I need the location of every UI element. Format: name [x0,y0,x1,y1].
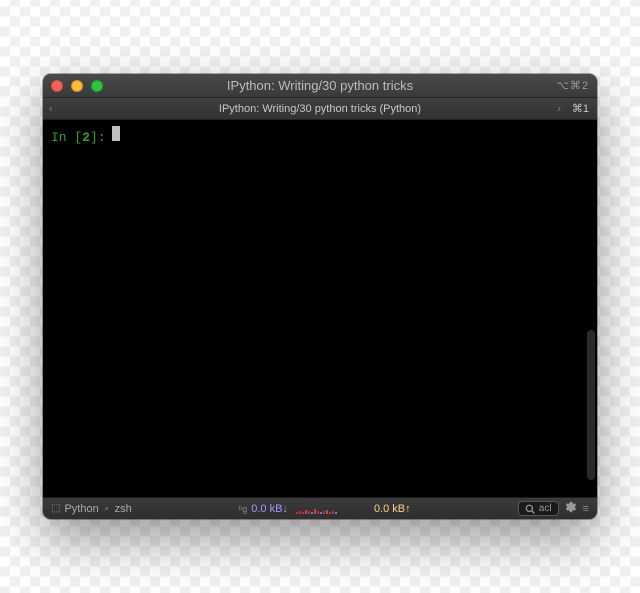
tab-shortcut-badge: ⌘1 [572,102,589,115]
prompt-in-label: In [ [51,130,82,145]
net-prefix: ᵇg [239,504,247,514]
cursor-icon [112,126,120,141]
chevron-right-icon[interactable]: › [558,103,561,114]
search-input[interactable]: acl [518,501,559,516]
menu-icon[interactable]: ≡ [583,503,589,515]
status-left-group: ⬚ Python • zsh [51,503,132,515]
session-name[interactable]: Python [64,503,98,515]
traffic-lights [51,80,103,92]
prompt-close-label: ]: [90,130,106,145]
separator-icon: • [105,503,109,515]
close-icon[interactable] [51,80,63,92]
terminal-body[interactable]: In [2]: [43,120,597,497]
scrollbar[interactable] [587,330,595,480]
status-center-group: ᵇg 0.0 kB↓ 0.0 kB↑ [136,503,514,515]
tabbar: ‹ IPython: Writing/30 python tricks (Pyt… [43,98,597,120]
search-text: acl [539,503,552,514]
titlebar-hint: ⌥⌘2 [556,79,589,92]
search-icon [525,504,535,514]
zoom-icon[interactable] [91,80,103,92]
net-up-value: 0.0 kB↑ [374,503,411,515]
net-down-value: 0.0 kB↓ [251,503,288,515]
titlebar: IPython: Writing/30 python tricks ⌥⌘2 [43,74,597,98]
terminal-window: IPython: Writing/30 python tricks ⌥⌘2 ‹ … [43,74,597,519]
sparkline-icon [296,504,366,514]
prompt-number: 2 [82,130,90,145]
window-title: IPython: Writing/30 python tricks [43,78,597,93]
status-right-group: acl ≡ [518,501,589,516]
statusbar: ⬚ Python • zsh ᵇg 0.0 kB↓ [43,497,597,519]
chevron-left-icon[interactable]: ‹ [49,103,52,114]
minimize-icon[interactable] [71,80,83,92]
prompt-line: In [2]: [51,126,589,145]
gear-icon[interactable] [565,501,577,516]
tab-active[interactable]: IPython: Writing/30 python tricks (Pytho… [219,103,421,115]
shell-name: zsh [115,503,132,515]
session-icon[interactable]: ⬚ [51,503,60,514]
